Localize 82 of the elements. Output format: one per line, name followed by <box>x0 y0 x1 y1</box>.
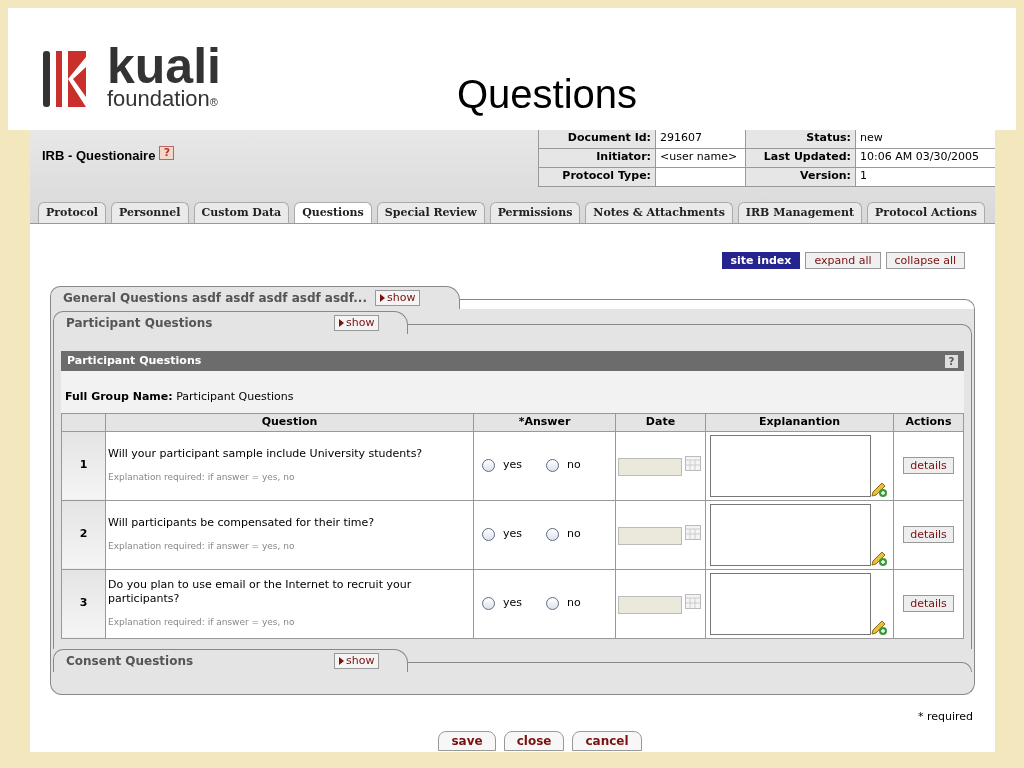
info-label: Document Id: <box>539 130 656 149</box>
radio-option[interactable]: yes <box>482 595 522 612</box>
radio-option[interactable]: no <box>546 526 581 543</box>
panel-title: Participant Questions <box>67 352 202 369</box>
question-text: Will your participant sample include University students? <box>108 446 424 461</box>
tab[interactable]: IRB Management <box>737 202 863 223</box>
tab[interactable]: Notes & Attachments <box>585 202 733 223</box>
help-icon[interactable]: ? <box>945 354 958 368</box>
help-icon[interactable]: ? <box>159 146 175 160</box>
radio-button[interactable] <box>482 528 495 541</box>
question-text: Will participants be compensated for their time? <box>108 515 376 530</box>
section-title: Consent Questions <box>66 652 195 670</box>
tab[interactable]: Permissions <box>489 202 581 223</box>
show-button[interactable]: show <box>334 652 380 669</box>
show-button[interactable]: show <box>374 290 421 306</box>
show-button[interactable]: show <box>334 315 380 331</box>
details-button[interactable]: details <box>903 456 954 474</box>
tab[interactable]: Questions <box>294 202 372 223</box>
form-button[interactable]: save <box>438 731 496 751</box>
section-title: Participant Questions <box>66 315 214 332</box>
toolbar-button[interactable]: expand all <box>805 252 881 269</box>
slide-title: Questions <box>456 71 638 118</box>
tab[interactable]: Protocol <box>38 202 107 223</box>
radio-button[interactable] <box>482 459 495 472</box>
tab[interactable]: Custom Data <box>193 202 290 223</box>
radio-button[interactable] <box>546 597 559 610</box>
row-number: 2 <box>61 500 106 569</box>
radio-option[interactable]: no <box>546 457 581 474</box>
info-label: Version: <box>746 168 856 187</box>
group-name: Full Group Name: Participant Questions <box>64 390 294 403</box>
column-header: Actions <box>893 413 964 431</box>
question-note: Explanation required: if answer = yes, no <box>108 539 296 553</box>
logo-subword: foundation® <box>107 88 219 110</box>
form-button[interactable]: close <box>503 731 565 751</box>
radio-option[interactable]: no <box>546 595 581 612</box>
question-note: Explanation required: if answer = yes, no <box>108 470 296 484</box>
triangle-icon <box>339 656 344 665</box>
section-title: General Questions asdf asdf asdf asdf asdf... <box>63 290 367 307</box>
tab[interactable]: Protocol Actions <box>867 202 985 223</box>
date-field[interactable] <box>618 457 682 476</box>
form-button[interactable]: cancel <box>572 731 642 751</box>
explanation-field[interactable] <box>710 503 871 566</box>
section-tab[interactable]: Consent Questions show <box>53 648 408 672</box>
radio-button[interactable] <box>546 528 559 541</box>
triangle-icon <box>379 294 385 302</box>
date-field[interactable] <box>618 595 682 614</box>
date-field[interactable] <box>618 526 682 545</box>
toolbar-button[interactable]: site index <box>721 252 801 269</box>
explanation-field[interactable] <box>710 434 871 497</box>
radio-button[interactable] <box>546 459 559 472</box>
document-title: IRB - Questionaire <box>42 147 156 165</box>
details-button[interactable]: details <box>903 594 954 612</box>
radio-option[interactable]: yes <box>482 526 522 543</box>
triangle-icon <box>339 319 344 327</box>
section-tab[interactable]: Participant Questions show <box>53 311 408 334</box>
info-label: Protocol Type: <box>539 168 656 187</box>
question-text: Do you plan to use email or the Internet to recruit your participants? <box>108 577 413 606</box>
info-value: new <box>856 130 995 149</box>
explanation-field[interactable] <box>710 572 871 635</box>
info-label: Initiator: <box>539 149 656 168</box>
required-note: * required <box>917 708 973 725</box>
question-note: Explanation required: if answer = yes, no <box>108 615 296 629</box>
section-tab[interactable]: General Questions asdf asdf asdf asdf asdf... show <box>50 286 460 309</box>
column-header: Question <box>105 413 474 431</box>
column-header: Date <box>615 413 706 431</box>
row-number: 1 <box>61 431 106 500</box>
info-value: <user name> <box>656 149 746 168</box>
radio-option[interactable]: yes <box>482 457 522 474</box>
info-label: Status: <box>746 130 856 149</box>
logo-word: kuali <box>107 44 221 88</box>
info-value: 291607 <box>656 130 746 149</box>
info-label: Last Updated: <box>746 149 856 168</box>
info-value: 1 <box>856 168 995 187</box>
radio-button[interactable] <box>482 597 495 610</box>
column-header: *Answer <box>473 413 616 431</box>
tab[interactable]: Special Review <box>376 202 485 223</box>
details-button[interactable]: details <box>903 525 954 543</box>
tab[interactable]: Personnel <box>111 202 189 223</box>
column-header: Explanantion <box>705 413 894 431</box>
toolbar-button[interactable]: collapse all <box>885 252 965 269</box>
row-number: 3 <box>61 569 106 638</box>
info-value: 10:06 AM 03/30/2005 <box>856 149 995 168</box>
